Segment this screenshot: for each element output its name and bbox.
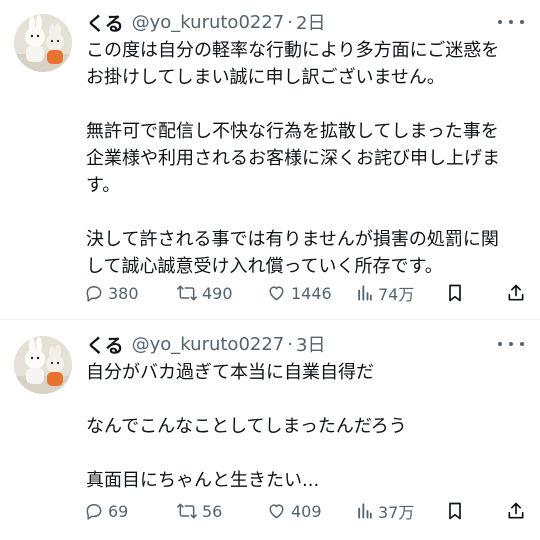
reply-button[interactable]: 380 [84, 283, 139, 303]
avatar-image [14, 14, 72, 72]
tweet-header: くる @yo_kuruto0227 · 3日 [86, 331, 528, 358]
share-icon [508, 284, 524, 301]
reply-count: 380 [108, 283, 139, 303]
avatar[interactable] [14, 336, 72, 394]
user-handle[interactable]: @yo_kuruto0227 [132, 12, 285, 33]
tweet-actions: 380 490 1446 74万 [84, 280, 526, 306]
like-count: 1446 [291, 283, 332, 303]
retweet-count: 56 [202, 501, 223, 521]
like-count: 409 [291, 501, 322, 521]
more-options-icon[interactable] [498, 335, 524, 353]
retweet-icon [177, 285, 197, 301]
retweet-button[interactable]: 56 [176, 501, 222, 521]
tweet[interactable]: くる @yo_kuruto0227 · 3日 自分がバカ過ぎて本当に自業自得だ … [0, 320, 540, 540]
bookmark-button[interactable] [446, 501, 464, 521]
timestamp[interactable]: 2日 [296, 9, 325, 35]
views-button[interactable]: 37万 [356, 499, 414, 523]
reply-icon [86, 504, 102, 520]
view-count: 74万 [378, 285, 415, 304]
share-icon [508, 502, 524, 519]
tweet-text: この度は自分の軽率な行動により多方面にご迷惑を お掛けしてしまい誠に申し訳ござい… [86, 37, 526, 280]
timestamp[interactable]: 3日 [296, 331, 325, 357]
tweet-text-line: 企業様や利用されるお客様に深くお詫び申し上げま [86, 148, 500, 169]
tweet-text-line: なんでこんなことしてしまったんだろう [86, 416, 407, 437]
share-button[interactable] [506, 283, 526, 303]
views-icon [358, 285, 372, 301]
heart-icon [269, 504, 284, 519]
retweet-icon [177, 503, 197, 519]
bookmark-button[interactable] [446, 283, 464, 303]
views-button[interactable]: 74万 [356, 281, 414, 305]
user-handle[interactable]: @yo_kuruto0227 [132, 334, 285, 355]
tweet-text-line: この度は自分の軽率な行動により多方面にご迷惑を [86, 40, 500, 61]
views-icon [358, 503, 372, 519]
tweet-actions: 69 56 409 37万 [84, 498, 526, 524]
retweet-count: 490 [202, 283, 233, 303]
tweet-text-line: 真面目にちゃんと生きたい... [86, 470, 320, 491]
tweet-text-line: お掛けしてしまい誠に申し訳ございません。 [86, 67, 445, 88]
tweet-header: くる @yo_kuruto0227 · 2日 [86, 9, 528, 36]
reply-icon [86, 286, 102, 302]
display-name[interactable]: くる [86, 9, 124, 36]
bookmark-icon [449, 284, 461, 302]
display-name[interactable]: くる [86, 331, 124, 358]
tweet-text-line: して誠心誠意受け入れ償っていく所存です。 [86, 256, 443, 277]
separator-dot: · [287, 11, 293, 33]
reply-button[interactable]: 69 [84, 501, 128, 521]
tweet-text-line: 自分がバカ過ぎて本当に自業自得だ [86, 362, 374, 383]
tweet[interactable]: くる @yo_kuruto0227 · 2日 この度は自分の軽率な行動により多方… [0, 0, 540, 320]
timeline: くる @yo_kuruto0227 · 2日 この度は自分の軽率な行動により多方… [0, 0, 540, 540]
retweet-button[interactable]: 490 [176, 283, 233, 303]
share-button[interactable] [506, 501, 526, 521]
tweet-text-line: 無許可で配信し不快な行為を拡散してしまった事を [86, 121, 499, 142]
separator-dot: · [287, 333, 293, 355]
like-button[interactable]: 409 [266, 501, 322, 521]
like-button[interactable]: 1446 [266, 283, 332, 303]
reply-count: 69 [108, 501, 129, 521]
tweet-text-line: す。 [86, 175, 121, 196]
heart-icon [269, 286, 284, 301]
bookmark-icon [449, 502, 461, 520]
view-count: 37万 [378, 503, 415, 522]
avatar-image [14, 336, 72, 394]
avatar[interactable] [14, 14, 72, 72]
tweet-text: 自分がバカ過ぎて本当に自業自得だ なんでこんなことしてしまったんだろう 真面目に… [86, 359, 526, 494]
more-options-icon[interactable] [498, 13, 524, 31]
tweet-text-line: 決して許される事では有りませんが損害の処罰に関 [86, 229, 499, 250]
